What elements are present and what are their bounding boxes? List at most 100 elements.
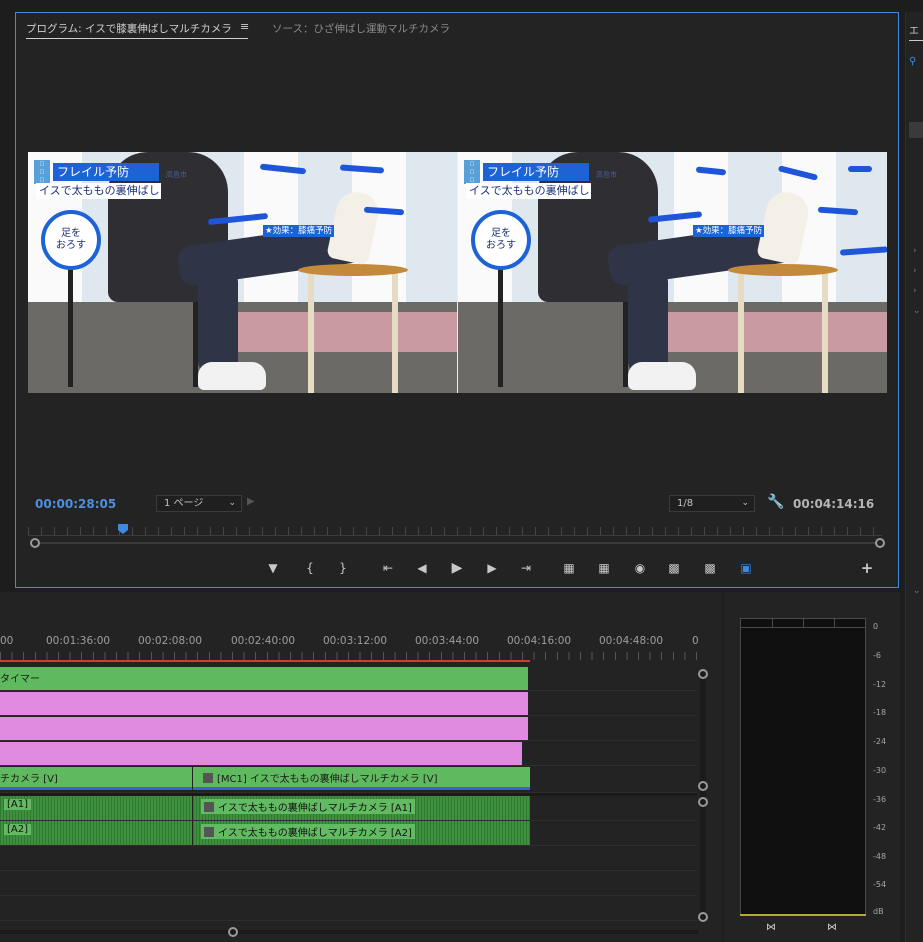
tab-program[interactable]: プログラム: イスで膝裏伸ばしマルチカメラ [26,21,232,36]
time-label: 00:03:44:00 [415,635,480,647]
chevron-right-icon[interactable]: › [913,286,917,296]
overwrite-icon[interactable]: ▩ [700,559,720,577]
zoom-dropdown[interactable]: 1 ページ ⌄ [156,495,242,512]
timeline-ruler[interactable] [0,652,697,660]
step-forward-icon[interactable]: ▶ [482,559,502,577]
solo-left-icon[interactable]: ⋈ [764,922,778,934]
video-frame[interactable]: □ □ □ 高島市 フレイル予防 イスで太ももの裏伸ばし 足を おろす ★効果：膝痛予… [28,152,887,393]
clip-multicam-left[interactable]: チカメラ [V] [0,767,192,790]
clip-label: イスで太ももの裏伸ばしマルチカメラ [A2] [201,824,415,839]
go-to-in-icon[interactable]: ⇤ [378,559,398,577]
resolution-dropdown[interactable]: 1/8 ⌄ [669,495,755,512]
track-v3 [0,691,697,716]
db-label: -42 [873,823,887,832]
track-v2 [0,716,697,741]
clip-graphic[interactable] [0,692,528,715]
shoe [198,362,266,390]
audio-clip-a1-left[interactable]: [A1] [0,796,192,820]
chevron-right-icon[interactable]: › [913,266,917,276]
audio-meter [740,618,866,916]
timeline-scrollbar-horizontal[interactable] [0,930,698,934]
scrub-start-handle[interactable] [30,538,40,548]
scroll-handle[interactable] [698,797,708,807]
multicam-icon[interactable]: ▣ [736,559,756,577]
camera-view-right: □ □ □ 高島市 フレイル予防 イスで太ももの裏伸ばし 足を おろす ★効果：膝痛予… [458,152,887,393]
go-to-out-icon[interactable]: ⇥ [516,559,536,577]
program-monitor: プログラム: イスで膝裏伸ばしマルチカメラ ≡ ソース：ひざ伸ばし運動マルチカメ… [15,12,899,588]
tab-effects[interactable]: エ [909,22,919,37]
scroll-handle[interactable] [698,781,708,791]
clip-label-text: イスで太ももの裏伸ばしマルチカメラ [A1] [218,803,412,814]
clip-graphic[interactable] [0,742,522,765]
fx-icon [203,773,213,783]
db-label: dB [873,907,884,916]
clip-graphic[interactable] [0,717,528,740]
scroll-handle[interactable] [228,927,238,937]
city-text: 高島市 [596,171,617,179]
stool [308,274,398,393]
overlay-subtitle: イスで太ももの裏伸ばし [36,183,161,199]
solo-right-icon[interactable]: ⋈ [825,922,839,934]
chevron-right-icon[interactable]: › [913,246,917,256]
meter-level-line [740,914,866,916]
audio-clip-a1-right[interactable]: イスで太ももの裏伸ばしマルチカメラ [A1] [193,796,530,820]
track-a4 [0,871,697,896]
play-icon[interactable]: ▶ [447,559,467,577]
panel-scroll[interactable] [909,122,923,138]
person-lower-leg [628,272,668,372]
ruler-baseline [28,535,882,536]
mark-out-icon[interactable]: } [333,559,353,577]
chevron-down-icon[interactable]: ⌄ [913,306,921,316]
track-a2: [A2] イスで太ももの裏伸ばしマルチカメラ [A2] [0,821,697,846]
city-logo: □ □ □ [34,160,50,184]
audio-clip-a2-right[interactable]: イスで太ももの裏伸ばしマルチカメラ [A2] [193,821,530,845]
insert-icon[interactable]: ▩ [664,559,684,577]
db-label: -36 [873,795,887,804]
camera-icon[interactable]: ◉ [630,559,650,577]
db-label: -18 [873,708,887,717]
marker-icon[interactable]: ▼ [263,559,283,577]
db-label: 0 [873,622,879,631]
search-icon[interactable]: ⚲ [909,56,916,67]
scroll-handle[interactable] [698,912,708,922]
chevron-down-icon[interactable]: ⌄ [913,586,921,596]
track-v2b [0,741,697,766]
add-icon[interactable]: + [857,559,877,577]
overlay-subtitle: イスで太ももの裏伸ばし [466,183,591,199]
clip-multicam-right[interactable]: [MC1] イスで太ももの裏伸ばしマルチカメラ [V] [193,767,530,790]
stool-seat [298,264,408,276]
tab-source[interactable]: ソース：ひざ伸ばし運動マルチカメラ [272,21,450,36]
mark-in-icon[interactable]: { [300,559,320,577]
db-label: -24 [873,737,887,746]
clip-label-text: [MC1] イスで太ももの裏伸ばしマルチカメラ [V] [217,774,438,785]
scroll-handle[interactable] [698,669,708,679]
camera-view-left: □ □ □ 高島市 フレイル予防 イスで太ももの裏伸ばし 足を おろす ★効果：膝痛予… [28,152,457,393]
clip-timer[interactable]: タイマー [0,667,528,690]
lift-icon[interactable]: ▦ [559,559,579,577]
overlay-title: フレイル予防 [483,163,589,181]
scrub-bar[interactable] [33,542,883,544]
person-lower-leg [198,272,238,372]
clip-label: [MC1] イスで太ももの裏伸ばしマルチカメラ [V] [203,770,437,785]
scrub-end-handle[interactable] [875,538,885,548]
track-a5 [0,896,697,921]
overlay-circle: 足を おろす [471,210,531,270]
current-timecode[interactable]: 00:00:28:05 [35,497,116,511]
work-area-bar[interactable] [0,660,530,662]
annotation-stroke [848,166,872,172]
audio-meter-panel: 0 -6 -12 -18 -24 -30 -36 -42 -48 -54 dB … [724,592,900,942]
meter-divider [772,619,773,627]
db-label: -30 [873,766,887,775]
wrench-icon[interactable]: 🔧 [767,494,784,510]
db-label: -48 [873,852,887,861]
extract-icon[interactable]: ▦ [594,559,614,577]
overlay-title: フレイル予防 [53,163,159,181]
duration-timecode: 00:04:14:16 [793,497,875,511]
audio-clip-a2-left[interactable]: [A2] [0,821,192,845]
step-back-icon[interactable]: ◀ [412,559,432,577]
clip-label: [A2] [4,824,32,835]
menu-icon[interactable]: ≡ [240,20,249,33]
overlay-circle-text: 足を おろす [486,228,516,251]
resolution-dropdown-value: 1/8 [677,498,694,509]
chevron-down-icon: ⌄ [741,498,749,508]
